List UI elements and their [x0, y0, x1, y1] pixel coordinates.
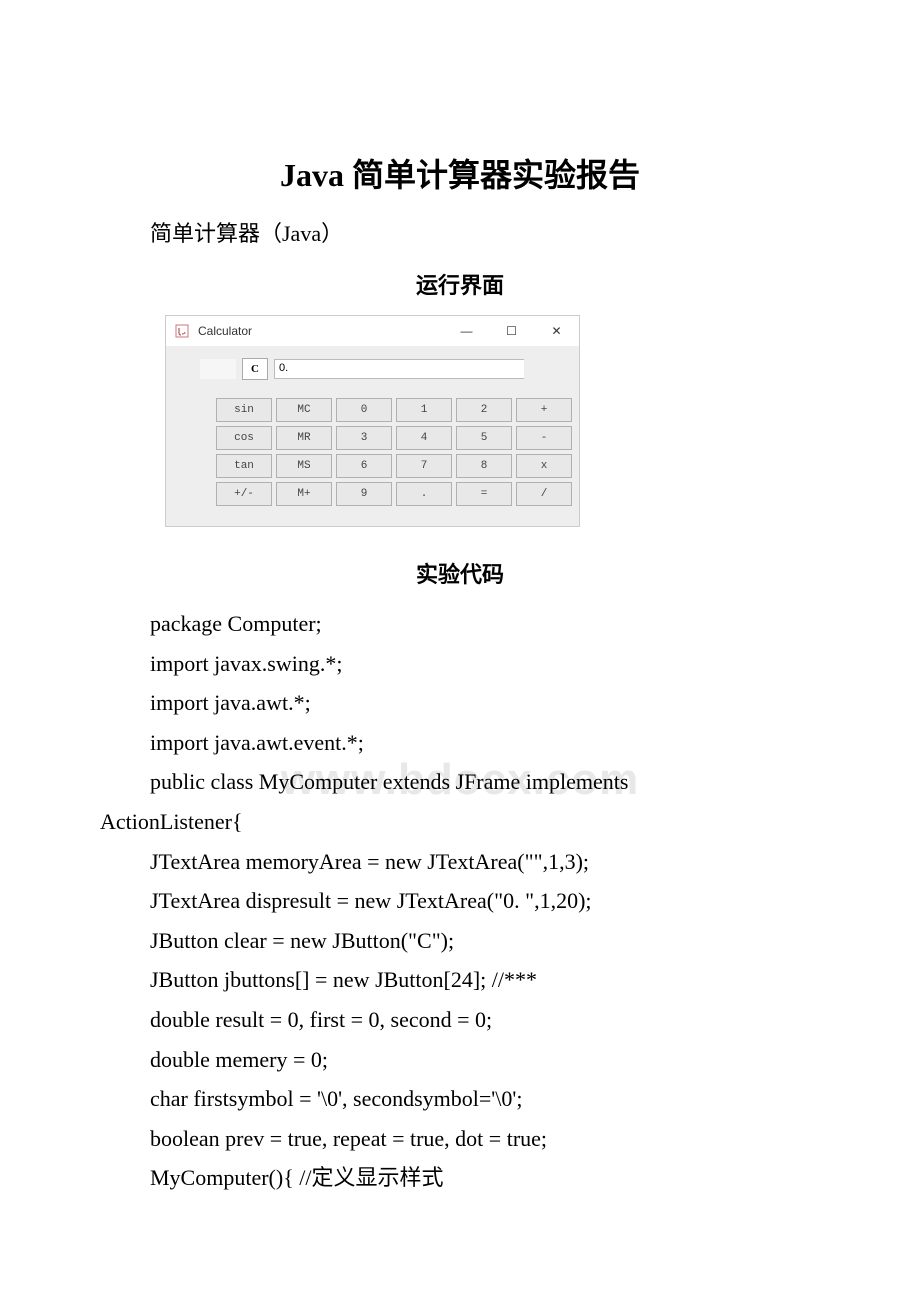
minimize-button[interactable]: —: [444, 316, 489, 346]
calc-button-sym[interactable]: =: [456, 482, 512, 506]
display-field: 0.: [274, 359, 524, 379]
code-line: public class MyComputer extends JFrame i…: [150, 762, 820, 802]
page-title: Java 简单计算器实验报告: [0, 150, 920, 196]
calculator-window: Calculator — ☐ ✕ C 0. sinMC012+cosMR345-…: [165, 315, 580, 527]
calc-button-2[interactable]: 2: [456, 398, 512, 422]
code-line: char firstsymbol = '\0', secondsymbol='\…: [150, 1079, 820, 1119]
calc-body: C 0. sinMC012+cosMR345-tanMS678x+/-M+9.=…: [166, 346, 579, 526]
code-line: import javax.swing.*;: [150, 644, 820, 684]
calc-button-cos[interactable]: cos: [216, 426, 272, 450]
code-line: JButton jbuttons[] = new JButton[24]; //…: [150, 960, 820, 1000]
code-line: JTextArea memoryArea = new JTextArea("",…: [150, 842, 820, 882]
calc-button-0[interactable]: 0: [336, 398, 392, 422]
calc-button-4[interactable]: 4: [396, 426, 452, 450]
section-code-heading: 实验代码: [0, 557, 920, 589]
code-line: boolean prev = true, repeat = true, dot …: [150, 1119, 820, 1159]
java-icon: [174, 323, 190, 339]
calc-title: Calculator: [198, 324, 252, 338]
clear-button[interactable]: C: [242, 358, 268, 380]
code-line: JButton clear = new JButton("C");: [150, 921, 820, 961]
code-line: import java.awt.event.*;: [150, 723, 820, 763]
close-button[interactable]: ✕: [534, 316, 579, 346]
code-line: package Computer;: [150, 604, 820, 644]
memory-area: [200, 359, 236, 379]
code-block: package Computer; import javax.swing.*; …: [150, 604, 820, 1198]
code-line: double memery = 0;: [150, 1040, 820, 1080]
calc-button-MS[interactable]: MS: [276, 454, 332, 478]
calc-button-sym[interactable]: -: [516, 426, 572, 450]
calc-button-8[interactable]: 8: [456, 454, 512, 478]
calc-button-Msym[interactable]: M+: [276, 482, 332, 506]
calc-button-7[interactable]: 7: [396, 454, 452, 478]
calc-button-x[interactable]: x: [516, 454, 572, 478]
maximize-button[interactable]: ☐: [489, 316, 534, 346]
code-line: MyComputer(){ //定义显示样式: [150, 1158, 820, 1198]
display-row: C 0.: [200, 358, 559, 380]
code-line: double result = 0, first = 0, second = 0…: [150, 1000, 820, 1040]
calc-button-MR[interactable]: MR: [276, 426, 332, 450]
calc-button-9[interactable]: 9: [336, 482, 392, 506]
calc-button-MC[interactable]: MC: [276, 398, 332, 422]
titlebar: Calculator — ☐ ✕: [166, 316, 579, 346]
window-controls: — ☐ ✕: [444, 316, 579, 346]
section-run-heading: 运行界面: [0, 268, 920, 300]
button-grid: sinMC012+cosMR345-tanMS678x+/-M+9.=/: [216, 398, 559, 506]
calc-button-sin[interactable]: sin: [216, 398, 272, 422]
calc-button-sym[interactable]: /: [516, 482, 572, 506]
calc-button-1[interactable]: 1: [396, 398, 452, 422]
subtitle: 简单计算器（Java）: [150, 216, 920, 248]
calc-button-5[interactable]: 5: [456, 426, 512, 450]
code-line: ActionListener{: [100, 802, 820, 842]
calc-button-3[interactable]: 3: [336, 426, 392, 450]
calc-button-sym[interactable]: +: [516, 398, 572, 422]
calc-button-symsymsym[interactable]: +/-: [216, 482, 272, 506]
code-line: JTextArea dispresult = new JTextArea("0.…: [150, 881, 820, 921]
calc-button-sym[interactable]: .: [396, 482, 452, 506]
code-line: import java.awt.*;: [150, 683, 820, 723]
calc-button-tan[interactable]: tan: [216, 454, 272, 478]
calc-button-6[interactable]: 6: [336, 454, 392, 478]
